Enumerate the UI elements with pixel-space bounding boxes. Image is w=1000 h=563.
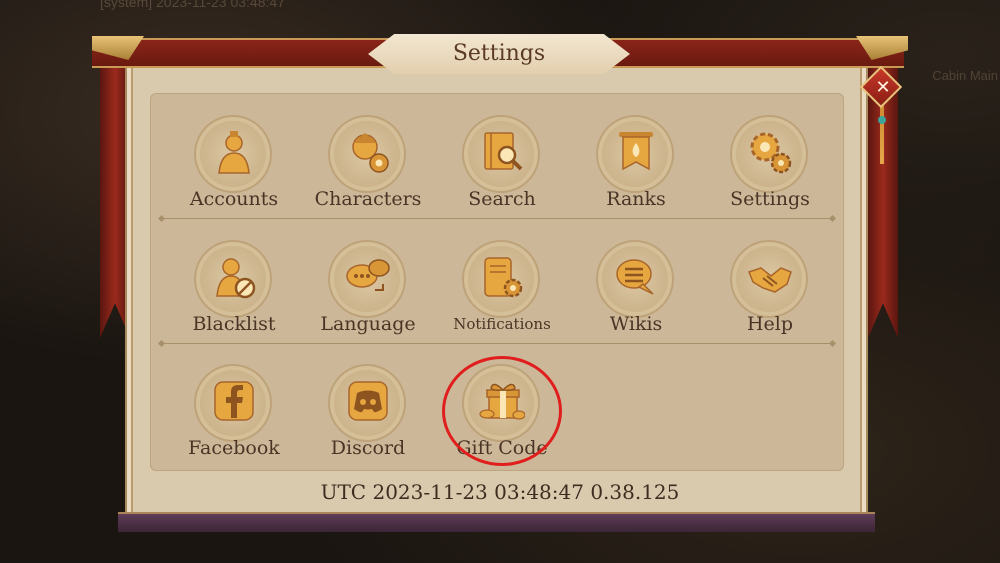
tassel-bead: [878, 116, 886, 124]
person-icon: [211, 129, 257, 175]
settings-button[interactable]: Settings: [705, 115, 835, 225]
banner-icon: [613, 129, 659, 175]
book-magnifier-icon: [479, 129, 525, 175]
facebook-icon: [211, 378, 257, 424]
facebook-label: Facebook: [188, 437, 280, 459]
background-chat-text: [system] 2023-11-23 03:48:47: [100, 0, 285, 10]
chat-bubble-icon: [613, 254, 659, 300]
person-blocked-icon: [211, 254, 257, 300]
accounts-label: Accounts: [189, 188, 279, 210]
version-timestamp: UTC 2023-11-23 03:48:47 0.38.125: [320, 480, 680, 504]
dialog-bottom-bar: [118, 512, 875, 532]
notifications-button[interactable]: Notifications: [437, 240, 567, 350]
blacklist-label: Blacklist: [192, 313, 276, 335]
gift-code-button[interactable]: Gift Code: [437, 364, 567, 474]
settings-label: Settings: [730, 188, 810, 210]
characters-button[interactable]: Characters: [303, 115, 433, 225]
accounts-button[interactable]: Accounts: [169, 115, 299, 225]
discord-label: Discord: [330, 437, 406, 459]
tassel-ornament: [880, 104, 884, 164]
facebook-button[interactable]: Facebook: [169, 364, 299, 474]
wikis-button[interactable]: Wikis: [571, 240, 701, 350]
background-label: Cabin Main: [932, 68, 998, 83]
discord-button[interactable]: Discord: [303, 364, 433, 474]
ranks-button[interactable]: Ranks: [571, 115, 701, 225]
search-button[interactable]: Search: [437, 115, 567, 225]
notifications-label: Notifications: [453, 315, 551, 333]
dialog-title: Settings: [452, 41, 546, 66]
help-label: Help: [746, 313, 794, 335]
discord-icon: [345, 378, 391, 424]
dialog-title-plate: Settings: [368, 34, 630, 74]
language-label: Language: [320, 313, 416, 335]
help-button[interactable]: Help: [705, 240, 835, 350]
speech-bubbles-icon: [345, 254, 391, 300]
gift-code-label: Gift Code: [456, 437, 548, 459]
scroll-gear-icon: [479, 254, 525, 300]
close-icon[interactable]: ✕: [870, 76, 896, 100]
language-button[interactable]: Language: [303, 240, 433, 350]
blacklist-button[interactable]: Blacklist: [169, 240, 299, 350]
ranks-label: Ranks: [606, 188, 666, 210]
characters-label: Characters: [314, 188, 422, 210]
wikis-label: Wikis: [609, 313, 663, 335]
search-label: Search: [468, 188, 536, 210]
character-gear-icon: [345, 129, 391, 175]
handshake-icon: [747, 254, 793, 300]
gears-icon: [747, 129, 793, 175]
gift-icon: [479, 378, 525, 424]
